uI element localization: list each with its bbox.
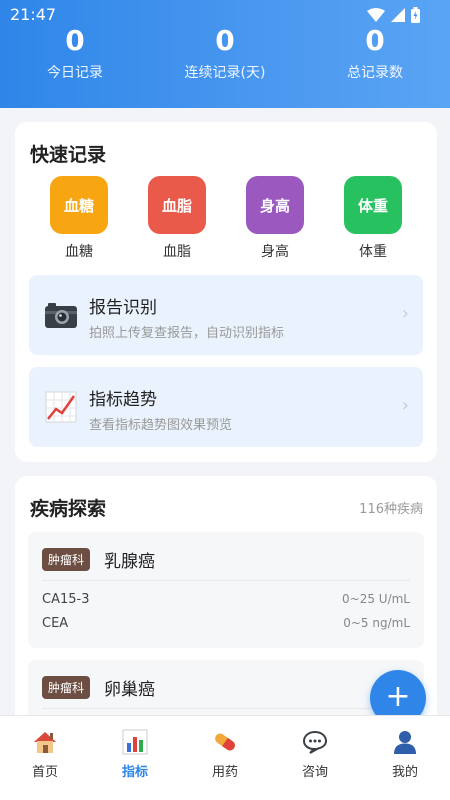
stat-label: 今日记录 — [47, 65, 103, 81]
battery-icon — [411, 7, 420, 23]
blood-lipid-icon: 血脂 — [148, 176, 206, 234]
disease-name: 乳腺癌 — [104, 552, 155, 572]
header: 21:47 0 今日记录 0 连续记录(天) 0 总记录数 — [0, 0, 450, 108]
feature-title: 报告识别 — [89, 298, 157, 318]
quick-label: 血糖 — [65, 244, 93, 260]
indicator-name: CEA — [42, 616, 69, 631]
indicator-range: 0~5 ng/mL — [343, 616, 410, 630]
pill-icon — [215, 733, 235, 751]
camera-icon — [45, 303, 77, 328]
quick-blood-lipid-button[interactable]: 血脂 血脂 — [128, 174, 226, 261]
chat-icon — [302, 730, 328, 754]
indicator-row: CEA 0~5 ng/mL — [42, 616, 410, 631]
indicator-range: 0~25 U/mL — [342, 592, 410, 606]
stat-value: 0 — [215, 24, 235, 57]
stat-streak: 0 连续记录(天) — [150, 24, 300, 82]
signal-icon — [391, 8, 405, 22]
bottom-safe-area — [0, 785, 450, 800]
stat-label: 总记录数 — [347, 65, 403, 81]
feature-title: 指标趋势 — [89, 390, 157, 410]
chevron-right-icon: › — [401, 395, 409, 416]
stat-today: 0 今日记录 — [0, 24, 150, 82]
tab-label: 指标 — [121, 765, 148, 780]
feature-subtitle: 拍照上传复查报告，自动识别指标 — [89, 326, 285, 341]
tab-consult[interactable]: 咨询 — [270, 716, 360, 785]
department-badge: 肿瘤科 — [42, 548, 91, 571]
department-badge: 肿瘤科 — [42, 676, 91, 699]
indicator-trend-item[interactable]: 指标趋势 查看指标趋势图效果预览 › — [29, 367, 423, 447]
quick-label: 身高 — [261, 244, 289, 260]
tab-label: 我的 — [391, 765, 418, 780]
disease-item-breast-cancer[interactable]: 肿瘤科 乳腺癌 CA15-3 0~25 U/mL CEA 0~5 ng/mL — [28, 532, 424, 648]
stat-value: 0 — [65, 24, 85, 57]
chevron-right-icon: › — [401, 303, 409, 324]
tab-indicators[interactable]: 指标 — [90, 716, 180, 785]
status-icons — [367, 7, 420, 23]
report-recognition-item[interactable]: 报告识别 拍照上传复查报告，自动识别指标 › — [29, 275, 423, 355]
height-icon: 身高 — [246, 176, 304, 234]
quick-record-title: 快速记录 — [30, 144, 107, 166]
quick-height-button[interactable]: 身高 身高 — [226, 174, 324, 261]
quick-record-card: 快速记录 血糖 血糖 血脂 血脂 身高 身高 体重 体重 报告识别 拍照上传复查… — [15, 122, 437, 462]
indicator-name: CA15-3 — [42, 592, 90, 607]
stats-row: 0 今日记录 0 连续记录(天) 0 总记录数 — [0, 24, 450, 82]
trend-chart-icon — [45, 391, 77, 423]
quick-record-row: 血糖 血糖 血脂 血脂 身高 身高 体重 体重 — [15, 174, 437, 261]
quick-label: 血脂 — [163, 244, 191, 260]
stat-label: 连续记录(天) — [184, 65, 266, 81]
stat-value: 0 — [365, 24, 385, 57]
tab-label: 用药 — [211, 765, 238, 780]
home-icon — [34, 732, 56, 753]
tab-medication[interactable]: 用药 — [180, 716, 270, 785]
tab-home[interactable]: 首页 — [0, 716, 90, 785]
disease-explore-title: 疾病探索 — [30, 498, 107, 520]
divider — [42, 708, 410, 709]
bar-chart-icon — [122, 729, 148, 755]
weight-icon: 体重 — [344, 176, 402, 234]
quick-weight-button[interactable]: 体重 体重 — [324, 174, 422, 261]
tab-label: 咨询 — [301, 765, 328, 780]
indicator-row: CA15-3 0~25 U/mL — [42, 592, 410, 607]
user-icon — [394, 731, 416, 754]
wifi-icon — [367, 8, 385, 22]
tab-label: 首页 — [31, 765, 58, 780]
divider — [42, 580, 410, 581]
feature-subtitle: 查看指标趋势图效果预览 — [89, 418, 233, 433]
stat-total: 0 总记录数 — [300, 24, 450, 82]
blood-sugar-icon: 血糖 — [50, 176, 108, 234]
quick-label: 体重 — [359, 244, 387, 260]
status-time: 21:47 — [10, 5, 57, 24]
disease-name: 卵巢癌 — [104, 680, 155, 700]
quick-blood-sugar-button[interactable]: 血糖 血糖 — [30, 174, 128, 261]
bottom-tab-bar: 首页 指标 用药 咨询 我的 — [0, 715, 450, 785]
tab-profile[interactable]: 我的 — [360, 716, 450, 785]
disease-count[interactable]: 116种疾病 — [359, 498, 423, 517]
